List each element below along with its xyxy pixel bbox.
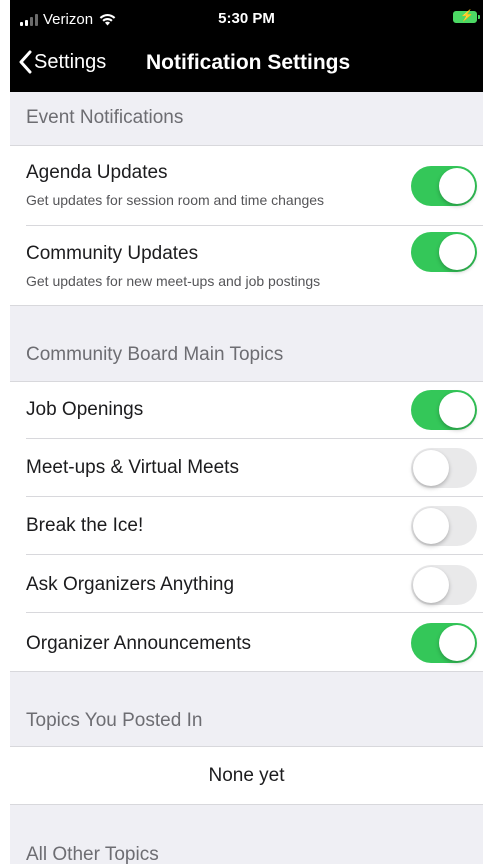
- toggle-knob: [439, 168, 475, 204]
- section-header-label: Topics You Posted In: [26, 710, 203, 731]
- setting-row-ask-organizers: Ask Organizers Anything: [10, 555, 483, 612]
- section-header-label: All Other Topics: [26, 844, 159, 864]
- toggle-knob: [413, 567, 449, 603]
- setting-title: Organizer Announcements: [26, 633, 251, 654]
- setting-title: Agenda Updates: [26, 162, 168, 183]
- setting-row-organizer-announcements: Organizer Announcements: [10, 613, 483, 671]
- setting-title: Job Openings: [26, 399, 144, 420]
- section-header-other-topics: All Other Topics: [10, 805, 483, 864]
- setting-title: Break the Ice!: [26, 515, 144, 536]
- setting-row-job-openings: Job Openings: [10, 382, 483, 438]
- top-bar: Verizon 5:30 PM ⚡ Settings Notification …: [10, 0, 483, 92]
- meet-ups-toggle[interactable]: [411, 448, 477, 488]
- toggle-knob: [439, 234, 475, 270]
- section-header-label: Event Notifications: [26, 107, 184, 128]
- setting-row-community-updates: Community Updates Get updates for new me…: [10, 226, 483, 305]
- section-header-event-notifications: Event Notifications: [10, 92, 483, 145]
- section-header-topics-posted: Topics You Posted In: [10, 672, 483, 746]
- setting-title: Meet-ups & Virtual Meets: [26, 457, 239, 478]
- posted-topics-empty-row: None yet: [10, 747, 483, 804]
- setting-subtitle: Get updates for new meet-ups and job pos…: [26, 273, 321, 289]
- ask-organizers-toggle[interactable]: [411, 565, 477, 605]
- agenda-updates-toggle[interactable]: [411, 166, 477, 206]
- toggle-knob: [439, 392, 475, 428]
- back-button-label: Settings: [34, 50, 107, 73]
- chevron-left-icon: [19, 50, 32, 74]
- section-header-label: Community Board Main Topics: [26, 344, 284, 365]
- organizer-announcements-toggle[interactable]: [411, 623, 477, 663]
- status-bar: Verizon 5:30 PM ⚡: [10, 0, 483, 40]
- setting-subtitle: Get updates for session room and time ch…: [26, 192, 325, 208]
- break-the-ice-toggle[interactable]: [411, 506, 477, 546]
- page-title: Notification Settings: [146, 51, 351, 74]
- empty-state-text: None yet: [208, 765, 285, 786]
- back-button[interactable]: Settings: [18, 50, 106, 74]
- navigation-bar: Settings Notification Settings: [10, 40, 483, 92]
- job-openings-toggle[interactable]: [411, 390, 477, 430]
- toggle-knob: [413, 508, 449, 544]
- setting-title: Ask Organizers Anything: [26, 574, 235, 595]
- setting-title: Community Updates: [26, 243, 199, 264]
- section-header-community-board: Community Board Main Topics: [10, 306, 483, 381]
- toggle-knob: [413, 450, 449, 486]
- toggle-knob: [439, 625, 475, 661]
- setting-row-agenda-updates: Agenda Updates Get updates for session r…: [10, 146, 483, 225]
- battery-icon: ⚡: [453, 10, 480, 23]
- setting-row-break-the-ice: Break the Ice!: [10, 497, 483, 554]
- status-time: 5:30 PM: [218, 10, 275, 27]
- app-frame: Verizon 5:30 PM ⚡ Settings Notification …: [10, 0, 483, 864]
- community-updates-toggle[interactable]: [411, 232, 477, 272]
- setting-row-meet-ups: Meet-ups & Virtual Meets: [10, 439, 483, 496]
- charging-bolt-icon: ⚡: [460, 10, 474, 22]
